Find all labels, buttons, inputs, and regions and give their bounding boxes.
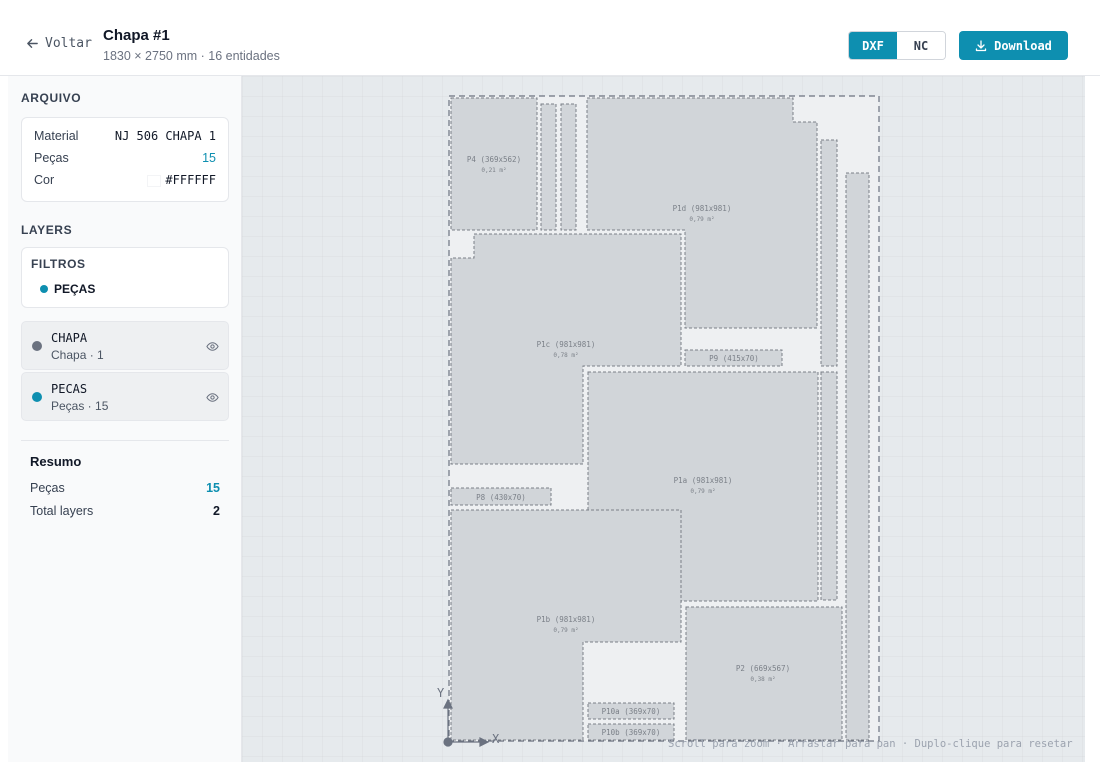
layer-item-pecas[interactable]: PECAS Peças · 15 bbox=[21, 372, 229, 421]
p4-area: 0,21 m² bbox=[481, 167, 506, 174]
cor-row: Cor #FFFFFF bbox=[34, 173, 216, 187]
format-toggle: DXF NC bbox=[848, 31, 946, 60]
cor-value: #FFFFFF bbox=[165, 173, 216, 187]
layer-color-dot bbox=[32, 341, 42, 351]
color-swatch bbox=[147, 174, 162, 187]
page-subtitle: 1830 × 2750 mm · 16 entidades bbox=[103, 49, 280, 63]
filter-chip-pecas[interactable]: PEÇAS bbox=[40, 282, 95, 296]
x-axis-label: X bbox=[492, 732, 500, 746]
eye-icon[interactable] bbox=[206, 340, 219, 353]
p1c-label: P1c (981x981) bbox=[537, 340, 596, 349]
p8-label: P8 (430x70) bbox=[476, 493, 526, 502]
part-p2[interactable] bbox=[685, 606, 843, 741]
download-label: Download bbox=[994, 38, 1052, 53]
top-bar: Voltar Chapa #1 1830 × 2750 mm · 16 enti… bbox=[0, 0, 1100, 76]
material-row: Material NJ 506 CHAPA 1 bbox=[34, 129, 216, 143]
resumo-heading: Resumo bbox=[30, 454, 82, 469]
resumo-pecas-label: Peças bbox=[30, 481, 65, 495]
resumo-total-row: Total layers 2 bbox=[30, 504, 220, 518]
p1d-area: 0,79 m² bbox=[689, 216, 714, 223]
filter-dot bbox=[40, 285, 48, 293]
p1a-label: P1a (981x981) bbox=[674, 476, 733, 485]
p4-label: P4 (369x562) bbox=[467, 155, 521, 164]
y-axis-label: Y bbox=[437, 686, 445, 700]
cor-label: Cor bbox=[34, 173, 55, 187]
resumo-total-value: 2 bbox=[213, 504, 220, 518]
part-p4[interactable] bbox=[450, 97, 538, 231]
material-label: Material bbox=[34, 129, 79, 143]
download-button[interactable]: Download bbox=[959, 31, 1068, 60]
p2-label: P2 (669x567) bbox=[736, 664, 790, 673]
page-title: Chapa #1 bbox=[103, 27, 170, 44]
origin-dot bbox=[443, 737, 453, 747]
sidebar-divider bbox=[21, 440, 229, 441]
arquivo-card: Material NJ 506 CHAPA 1 Peças 15 Cor #FF… bbox=[21, 117, 229, 202]
filtros-heading: FILTROS bbox=[31, 257, 86, 271]
format-dxf-button[interactable]: DXF bbox=[849, 32, 897, 59]
part-strip[interactable] bbox=[540, 103, 557, 231]
p9-label: P9 (415x70) bbox=[709, 354, 759, 363]
layer-count: Peças · 15 bbox=[51, 399, 109, 413]
p1d-label: P1d (981x981) bbox=[673, 204, 732, 213]
sidebar: ARQUIVO Material NJ 506 CHAPA 1 Peças 15… bbox=[8, 76, 242, 762]
arrow-left-icon bbox=[27, 39, 38, 48]
resumo-total-label: Total layers bbox=[30, 504, 94, 518]
filtros-card: FILTROS PEÇAS bbox=[21, 247, 229, 308]
filter-chip-label: PEÇAS bbox=[54, 282, 96, 296]
layers-heading: LAYERS bbox=[21, 223, 73, 237]
part-strip[interactable] bbox=[820, 139, 838, 367]
sheet-drawing: P4 (369x562) 0,21 m² P1d (981x981) 0,79 … bbox=[443, 95, 880, 747]
pecas-value: 15 bbox=[202, 151, 216, 165]
back-button[interactable]: Voltar bbox=[26, 36, 92, 51]
drawing-canvas[interactable]: P4 (369x562) 0,21 m² P1d (981x981) 0,79 … bbox=[242, 76, 1085, 762]
layer-color-dot bbox=[32, 392, 42, 402]
pecas-label: Peças bbox=[34, 151, 69, 165]
material-value: NJ 506 CHAPA 1 bbox=[114, 129, 216, 143]
p1a-area: 0,79 m² bbox=[690, 488, 715, 495]
p1b-label: P1b (981x981) bbox=[537, 615, 596, 624]
resumo-pecas-row: Peças 15 bbox=[30, 481, 220, 495]
pecas-row: Peças 15 bbox=[34, 151, 216, 165]
cor-value-wrap: #FFFFFF bbox=[147, 173, 216, 187]
part-strip[interactable] bbox=[820, 371, 838, 601]
download-icon bbox=[975, 39, 987, 51]
layer-item-chapa[interactable]: CHAPA Chapa · 1 bbox=[21, 321, 229, 370]
eye-icon[interactable] bbox=[206, 391, 219, 404]
p10b-label: P10b (369x70) bbox=[602, 728, 661, 737]
layer-count: Chapa · 1 bbox=[51, 348, 104, 362]
p1c-area: 0,78 m² bbox=[553, 352, 578, 359]
part-strip[interactable] bbox=[845, 172, 870, 741]
part-strip[interactable] bbox=[560, 103, 577, 231]
p10a-label: P10a (369x70) bbox=[602, 707, 661, 716]
resumo-pecas-value: 15 bbox=[206, 481, 220, 495]
canvas-hint: Scroll para zoom · Arrastar para pan · D… bbox=[668, 738, 1073, 750]
arquivo-heading: ARQUIVO bbox=[21, 91, 82, 105]
p1b-area: 0,79 m² bbox=[553, 627, 578, 634]
back-label: Voltar bbox=[45, 36, 92, 51]
layer-name: CHAPA bbox=[51, 331, 88, 345]
layer-name: PECAS bbox=[51, 382, 88, 396]
format-nc-button[interactable]: NC bbox=[897, 32, 945, 59]
p2-area: 0,38 m² bbox=[750, 676, 775, 683]
